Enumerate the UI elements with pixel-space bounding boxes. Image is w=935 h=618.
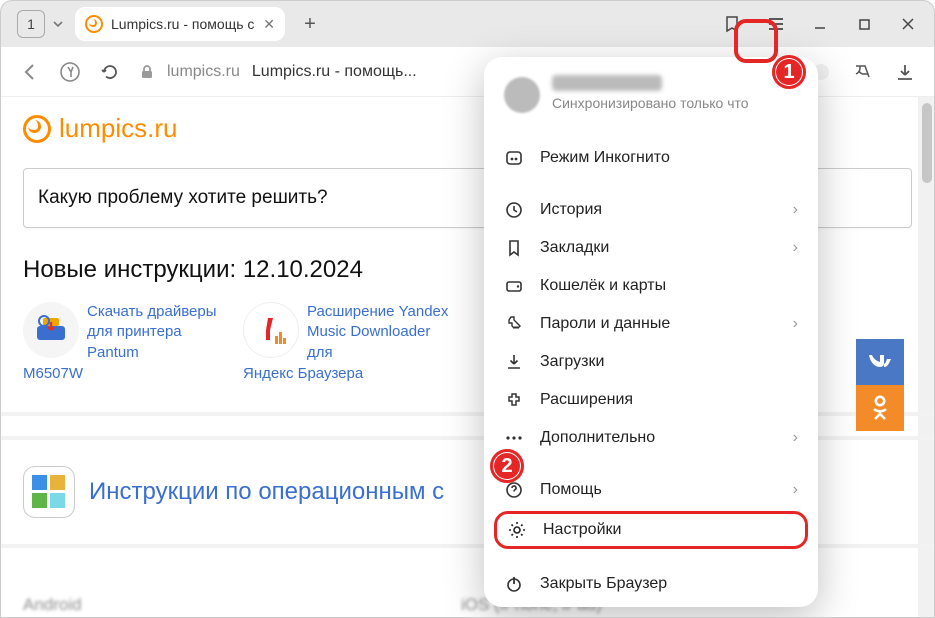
os-grid-icon	[23, 466, 75, 518]
active-tab[interactable]: Lumpics.ru - помощь с ✕	[75, 7, 285, 41]
bookmark-flag-icon[interactable]	[710, 2, 754, 46]
menu-close-label: Закрыть Браузер	[540, 575, 798, 593]
menu-account-header[interactable]: Синхронизировано только что	[484, 65, 818, 125]
history-icon	[504, 200, 524, 220]
menu-extensions-label: Расширения	[540, 391, 798, 409]
ok-button[interactable]	[856, 385, 904, 431]
account-name-blurred	[552, 75, 662, 91]
chevron-right-icon: ›	[793, 481, 798, 499]
url-host: lumpics.ru	[167, 63, 240, 81]
main-menu-dropdown: Синхронизировано только что Режим Инкогн…	[484, 57, 818, 607]
menu-wallet-label: Кошелёк и карты	[540, 277, 798, 295]
logo-text: lumpics.ru	[59, 113, 177, 144]
window-minimize-button[interactable]	[798, 2, 842, 46]
card-yamusic[interactable]: Расширение Yandex Music Downloader для	[243, 302, 453, 363]
annotation-badge-1: 1	[772, 55, 806, 89]
card-pantum-text: Скачать драйверы для принтера Pantum	[87, 302, 233, 363]
bookmarks-icon	[504, 238, 524, 258]
menu-close-browser[interactable]: Закрыть Браузер	[484, 565, 818, 603]
avatar	[504, 77, 540, 113]
vk-button[interactable]	[856, 339, 904, 385]
tab-count-dropdown[interactable]	[49, 10, 67, 38]
menu-history[interactable]: История ›	[484, 191, 818, 229]
window-maximize-button[interactable]	[842, 2, 886, 46]
chevron-right-icon: ›	[793, 315, 798, 333]
annotation-badge-2: 2	[490, 449, 524, 483]
menu-wallet[interactable]: Кошелёк и карты	[484, 267, 818, 305]
sync-status: Синхронизировано только что	[552, 95, 749, 111]
chevron-right-icon: ›	[793, 239, 798, 257]
menu-downloads-label: Загрузки	[540, 353, 798, 371]
menu-passwords-label: Пароли и данные	[540, 315, 777, 333]
reload-button[interactable]	[99, 61, 121, 83]
new-instr-date: 12.10.2024	[243, 256, 363, 283]
hamburger-menu-button[interactable]	[754, 2, 798, 46]
tab-close-icon[interactable]: ✕	[263, 16, 275, 33]
passwords-icon	[504, 314, 524, 334]
menu-more[interactable]: Дополнительно ›	[484, 419, 818, 457]
incognito-icon	[504, 148, 524, 168]
tab-count-box[interactable]: 1	[17, 10, 45, 38]
download-button[interactable]	[894, 61, 916, 83]
power-icon	[504, 574, 524, 594]
window-controls	[710, 1, 930, 47]
chevron-right-icon: ›	[793, 429, 798, 447]
translate-icon[interactable]	[852, 61, 874, 83]
gear-icon	[507, 520, 527, 540]
card-pantum-extra[interactable]: M6507W	[23, 363, 233, 382]
tab-title: Lumpics.ru - помощь с	[111, 16, 255, 32]
menu-help-label: Помощь	[540, 481, 777, 499]
lock-icon	[139, 64, 155, 80]
card-group-2: Расширение Yandex Music Downloader для Я…	[243, 302, 453, 382]
printer-icon	[23, 302, 79, 358]
card-yamusic-extra[interactable]: Яндекс Браузера	[243, 363, 453, 382]
more-icon	[504, 428, 524, 448]
logo-icon	[23, 115, 51, 143]
menu-incognito-label: Режим Инкогнито	[540, 149, 798, 167]
footer-android[interactable]: Android	[23, 595, 82, 615]
card-yamusic-text: Расширение Yandex Music Downloader для	[307, 302, 453, 363]
tab-favicon-icon	[85, 15, 103, 33]
extensions-icon	[504, 390, 524, 410]
menu-help[interactable]: Помощь ›	[484, 471, 818, 509]
downloads-icon	[504, 352, 524, 372]
yandex-home-icon[interactable]	[59, 61, 81, 83]
menu-incognito[interactable]: Режим Инкогнито	[484, 139, 818, 177]
menu-history-label: История	[540, 201, 777, 219]
menu-settings-label: Настройки	[543, 521, 795, 539]
menu-downloads[interactable]: Загрузки	[484, 343, 818, 381]
url-title: Lumpics.ru - помощь...	[252, 63, 417, 81]
wallet-icon	[504, 276, 524, 296]
os-title: Инструкции по операционным с	[89, 478, 444, 506]
account-text: Синхронизировано только что	[552, 75, 749, 113]
card-group-1: Скачать драйверы для принтера Pantum M65…	[23, 302, 233, 382]
menu-passwords[interactable]: Пароли и данные ›	[484, 305, 818, 343]
window-close-button[interactable]	[886, 2, 930, 46]
yandex-icon	[243, 302, 299, 358]
help-icon	[504, 480, 524, 500]
address-right-icons	[810, 61, 916, 83]
menu-settings[interactable]: Настройки	[494, 511, 808, 549]
menu-bookmarks[interactable]: Закладки ›	[484, 229, 818, 267]
back-button[interactable]	[19, 61, 41, 83]
card-pantum[interactable]: Скачать драйверы для принтера Pantum	[23, 302, 233, 363]
browser-window: 1 Lumpics.ru - помощь с ✕ +	[0, 0, 935, 618]
menu-bookmarks-label: Закладки	[540, 239, 777, 257]
menu-extensions[interactable]: Расширения	[484, 381, 818, 419]
social-buttons	[856, 339, 904, 431]
menu-more-label: Дополнительно	[540, 429, 777, 447]
new-tab-button[interactable]: +	[295, 9, 325, 39]
new-instr-label: Новые инструкции:	[23, 256, 236, 283]
chevron-right-icon: ›	[793, 201, 798, 219]
